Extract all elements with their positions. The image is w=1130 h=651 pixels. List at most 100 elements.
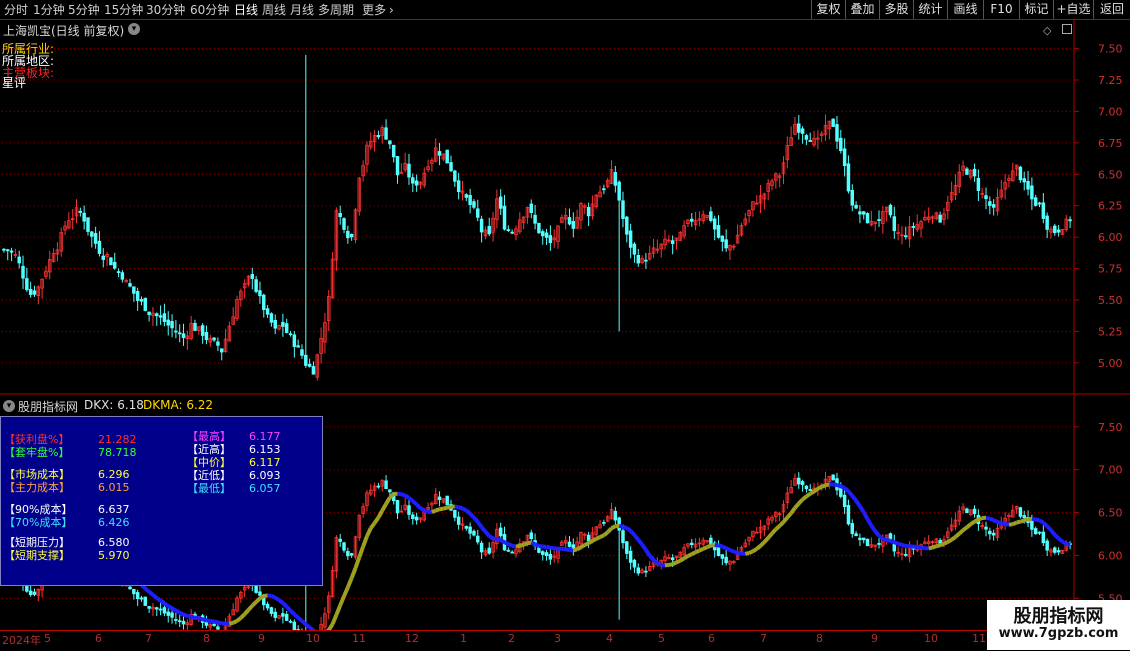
candle-body [450, 163, 453, 171]
dkx-line-segment [604, 532, 608, 535]
f10-button[interactable]: F10 [983, 0, 1019, 19]
dkx-line-segment [726, 548, 730, 550]
dkx-line-segment [252, 602, 256, 606]
candle-body [614, 511, 617, 520]
multi-stock-button[interactable]: 多股 [879, 0, 913, 19]
tab-weekly[interactable]: 周线 [262, 2, 286, 18]
tab-60min[interactable]: 60分钟 [190, 2, 229, 18]
tab-more[interactable]: 更多› [362, 2, 394, 18]
candle-body [1053, 226, 1056, 233]
dkx-line-segment [875, 531, 879, 536]
back-button[interactable]: 返回 [1093, 0, 1130, 19]
dkx-line-segment [440, 509, 444, 510]
dkx-line-segment [470, 514, 474, 518]
overlay-button[interactable]: 叠加 [845, 0, 879, 19]
dkx-line-segment [1066, 544, 1070, 545]
candle-body [843, 495, 846, 506]
candle-body [213, 338, 216, 340]
candle-body [79, 211, 82, 212]
time-tick: 10 [924, 632, 938, 645]
candle-body [465, 526, 468, 528]
dkx-line-segment [573, 549, 577, 550]
diamond-icon[interactable]: ◇ [1043, 24, 1051, 37]
candle-body [457, 181, 460, 192]
panel-resize-icon[interactable] [1062, 24, 1072, 34]
candle-body [973, 509, 976, 514]
tab-15min[interactable]: 15分钟 [104, 2, 143, 18]
candle-body [289, 334, 292, 335]
dkx-line-segment [508, 544, 512, 546]
dkx-line-segment [409, 498, 413, 501]
dkx-line-segment [145, 588, 149, 591]
dkx-line-segment [382, 504, 386, 511]
dkx-line-segment [822, 485, 826, 486]
add-watchlist-button[interactable]: +自选 [1053, 0, 1093, 19]
candle-body [839, 488, 842, 496]
dkx-line-segment [241, 614, 245, 618]
candle-body [178, 621, 181, 622]
indicator-chevron-icon[interactable]: ▾ [3, 400, 15, 412]
overlay-label: 【最高】 [187, 430, 231, 443]
draw-line-button[interactable]: 画线 [947, 0, 983, 19]
dkx-line-segment [795, 504, 799, 508]
dkx-line-segment [401, 494, 405, 495]
dkx-line-segment [581, 545, 585, 547]
dkx-line-segment [340, 596, 344, 605]
dkx-line-segment [417, 504, 421, 508]
candle-body [839, 138, 842, 150]
dkx-line-segment [986, 518, 990, 519]
dkx-line-segment [944, 542, 948, 544]
tab-daily[interactable]: 日线 [234, 2, 258, 18]
candle-body [148, 312, 151, 315]
time-tick: 3 [554, 632, 561, 645]
dkx-line-segment [482, 527, 486, 532]
candle-body [205, 332, 208, 339]
candle-body [396, 500, 399, 513]
fuquan-button[interactable]: 复权 [811, 0, 845, 19]
stats-button[interactable]: 统计 [913, 0, 947, 19]
dkx-line-segment [348, 578, 352, 587]
dkx-line-segment [153, 595, 157, 598]
dkx-line-segment [657, 563, 661, 565]
candlestick-chart[interactable]: 7.507.257.006.756.506.256.005.755.505.25… [0, 20, 1130, 395]
dkx-line-segment [860, 506, 864, 512]
dkx-line-segment [856, 501, 860, 506]
chevron-down-icon[interactable]: ▾ [128, 23, 140, 35]
candle-body [633, 244, 636, 254]
candle-body [33, 291, 36, 294]
tab-monthly[interactable]: 月线 [290, 2, 314, 18]
candle-body [1034, 198, 1037, 206]
overlay-value: 6.177 [249, 430, 281, 443]
chevron-right-icon: › [389, 3, 394, 17]
candle-body [836, 125, 839, 142]
candle-body [136, 592, 139, 598]
dkx-line-segment [978, 518, 982, 519]
dkx-line-segment [883, 539, 887, 540]
mark-button[interactable]: 标记 [1019, 0, 1053, 19]
watermark: 股朋指标网 www.7gpzb.com [987, 600, 1130, 650]
tab-multi-period[interactable]: 多周期 [318, 2, 354, 18]
tab-1min[interactable]: 1分钟 [33, 2, 65, 18]
dkx-line-segment [1036, 519, 1040, 520]
candle-body [618, 182, 621, 200]
candle-body [1019, 508, 1022, 517]
dkx-line-segment [722, 546, 726, 548]
overlay-label: 【90%成本】 [4, 503, 72, 516]
tab-fenshi[interactable]: 分时 [4, 2, 28, 18]
dkx-line-segment [1051, 530, 1055, 535]
tab-30min[interactable]: 30分钟 [146, 2, 185, 18]
candle-body [859, 538, 862, 540]
tab-5min[interactable]: 5分钟 [68, 2, 100, 18]
candle-body [1046, 541, 1049, 550]
dkx-line-segment [1040, 520, 1044, 522]
candle-body [339, 539, 342, 541]
dkx-line-segment [371, 523, 375, 528]
candle-body [274, 612, 277, 617]
dkx-line-segment [176, 611, 180, 613]
dkx-line-segment [745, 553, 749, 554]
time-tick: 9 [871, 632, 878, 645]
candle-body [446, 496, 449, 505]
overlay-value: 6.117 [249, 456, 281, 469]
candle-body [469, 195, 472, 204]
candle-body [622, 201, 625, 219]
